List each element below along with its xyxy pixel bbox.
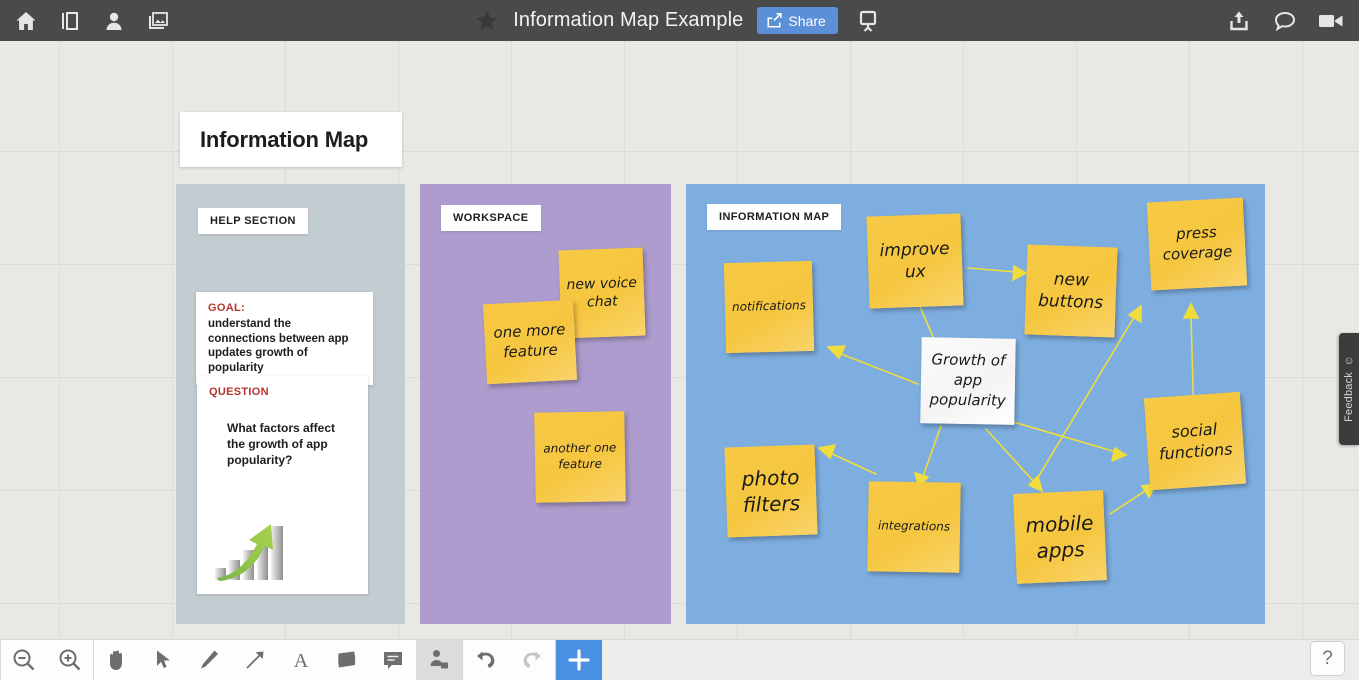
pen-icon[interactable]: [186, 640, 232, 680]
top-toolbar-left: [0, 3, 176, 39]
panel-help-section[interactable]: HELP SECTION GOAL: understand the connec…: [176, 184, 405, 624]
board-title-card[interactable]: Information Map: [180, 112, 402, 167]
goal-card-kicker: GOAL:: [208, 302, 245, 314]
images-icon[interactable]: [140, 3, 176, 39]
top-toolbar: Information Map Example Share: [0, 0, 1359, 41]
home-icon[interactable]: [8, 3, 44, 39]
people-icon[interactable]: [96, 3, 132, 39]
add-button[interactable]: [556, 639, 602, 680]
panel-workspace-label: WORKSPACE: [441, 205, 541, 231]
plus-icon: [568, 649, 590, 671]
sticky-note[interactable]: another one feature: [534, 411, 626, 503]
document-title: Information Map Example: [513, 9, 744, 31]
video-icon[interactable]: [1313, 3, 1349, 39]
sticky-note[interactable]: one more feature: [482, 299, 578, 385]
board-canvas[interactable]: Information Map HELP SECTION GOAL: under…: [0, 41, 1359, 639]
feedback-tab-label: Feedback: [1343, 372, 1355, 422]
sticky-note-icon[interactable]: [324, 640, 370, 680]
zoom-tool-group: [0, 639, 94, 680]
top-toolbar-right: [1221, 0, 1349, 41]
whiteboard-app: Information Map Example Share Informatio…: [0, 0, 1359, 680]
hand-icon[interactable]: [94, 640, 140, 680]
sticky-note[interactable]: photo filters: [724, 444, 818, 538]
sticky-note[interactable]: notifications: [723, 260, 815, 354]
undo-icon[interactable]: [463, 640, 509, 680]
share-button[interactable]: Share: [757, 7, 838, 34]
panel-workspace[interactable]: WORKSPACE new voice chat one more featur…: [420, 184, 671, 624]
arrow-icon[interactable]: [232, 640, 278, 680]
question-card[interactable]: QUESTION What factors affect the growth …: [197, 376, 368, 594]
bottom-toolbar: A ?: [0, 639, 1359, 680]
export-icon[interactable]: [1221, 3, 1257, 39]
sticky-note[interactable]: integrations: [867, 481, 961, 573]
panel-map-label: INFORMATION MAP: [707, 204, 842, 230]
share-button-label: Share: [788, 12, 826, 29]
question-card-kicker: QUESTION: [209, 386, 269, 398]
text-icon[interactable]: A: [278, 640, 324, 680]
panel-information-map[interactable]: INFORMATION MAP notifications improve ux…: [686, 184, 1265, 624]
goal-card-body: understand the connections between app u…: [208, 318, 349, 374]
growth-chart-image: [215, 524, 283, 581]
sticky-note[interactable]: press coverage: [1146, 197, 1248, 291]
question-card-body: What factors affect the growth of app po…: [227, 421, 336, 467]
panels-icon[interactable]: [52, 3, 88, 39]
board-title-text: Information Map: [200, 126, 369, 152]
top-toolbar-center: Information Map Example Share: [0, 0, 1359, 41]
zoom-in-icon[interactable]: [47, 640, 93, 680]
drawing-tool-group: A: [94, 639, 463, 680]
redo-icon: [509, 640, 555, 680]
shape-person-icon[interactable]: [416, 639, 462, 680]
sticky-note[interactable]: mobile apps: [1013, 490, 1107, 584]
help-button-label: ?: [1322, 647, 1333, 669]
zoom-out-icon[interactable]: [1, 640, 47, 680]
help-button[interactable]: ?: [1310, 641, 1345, 676]
cursor-icon[interactable]: [140, 640, 186, 680]
share-icon: [766, 13, 783, 28]
goal-card[interactable]: GOAL: understand the connections between…: [196, 292, 373, 386]
smiley-icon: ☺: [1343, 355, 1355, 368]
panel-help-label: HELP SECTION: [198, 208, 308, 234]
sticky-note[interactable]: new buttons: [1024, 244, 1118, 338]
chat-icon[interactable]: [1267, 3, 1303, 39]
comment-icon[interactable]: [370, 640, 416, 680]
sticky-note[interactable]: social functions: [1143, 391, 1247, 491]
svg-text:A: A: [294, 650, 309, 672]
star-icon[interactable]: [475, 9, 499, 32]
present-icon[interactable]: [852, 9, 884, 33]
sticky-note-center[interactable]: Growth of app popularity: [920, 337, 1016, 425]
sticky-note[interactable]: improve ux: [866, 213, 964, 309]
feedback-tab[interactable]: ☺ Feedback: [1339, 333, 1359, 445]
history-tool-group: [463, 639, 556, 680]
